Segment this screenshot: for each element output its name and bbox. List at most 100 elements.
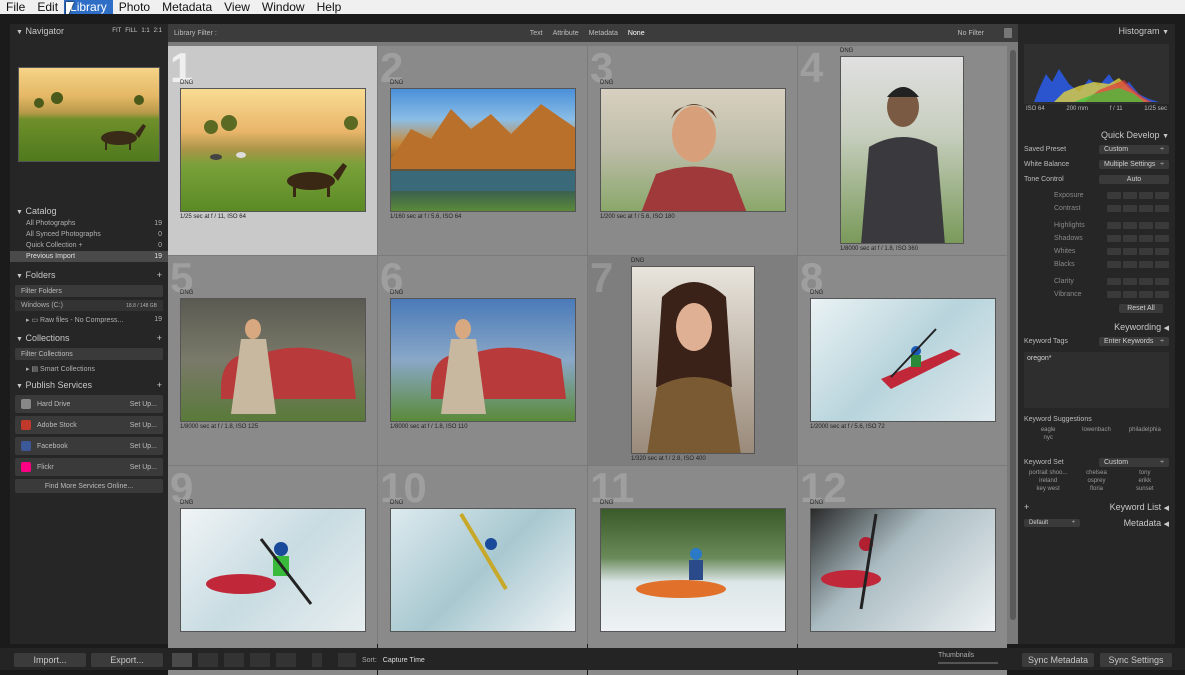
catalog-item[interactable]: All Photographs 19 (10, 218, 168, 229)
filter-attribute-tab[interactable]: Attribute (553, 30, 579, 37)
keyword-set-item[interactable]: sunset (1121, 486, 1169, 492)
setup-link[interactable]: Set Up... (130, 401, 157, 408)
filter-none-tab[interactable]: None (628, 30, 645, 37)
zoom-fill[interactable]: FILL (125, 28, 137, 34)
people-view-icon[interactable] (276, 653, 296, 667)
grid-cell[interactable]: 3 DNG 1/200 sec at f / 5.6, ISO 180 (588, 44, 797, 255)
thumbnail-woman-portrait[interactable] (631, 266, 755, 454)
navigator-preview[interactable] (18, 67, 160, 162)
loupe-view-icon[interactable] (198, 653, 218, 667)
grid-view-icon[interactable] (172, 653, 192, 667)
metadata-preset-select[interactable]: Default ÷ (1024, 519, 1080, 527)
smart-collections-row[interactable]: ▸ ▤ Smart Collections (10, 363, 168, 374)
keywords-textarea[interactable]: oregon* (1024, 352, 1169, 408)
grid-scrollbar[interactable] (1010, 50, 1016, 620)
grid-cell[interactable]: 5 DNG 1/8000 sec at f / 1.8, ISO 125 (168, 254, 377, 465)
catalog-item[interactable]: Quick Collection + 0 (10, 240, 168, 251)
histogram-chart[interactable] (1024, 44, 1169, 104)
quick-develop-header[interactable]: Quick Develop ▼ (1018, 128, 1175, 142)
thumbnail-horses[interactable] (180, 88, 366, 212)
grid-cell[interactable]: 4 DNG 1/8000 sec at f / 1.8, ISO 360 (798, 44, 1007, 255)
publish-services-header[interactable]: ▼ Publish Services + (10, 378, 168, 392)
volume-row[interactable]: Windows (C:) 18.8 / 148 GB (15, 300, 163, 311)
grid-cell[interactable]: 2 DNG 1/160 sec at f / 5.6, ISO 64 (378, 44, 587, 255)
auto-tone-button[interactable]: Auto (1099, 175, 1169, 184)
grid-cell[interactable]: 7 DNG 1/320 sec at f / 2.8, ISO 400 (588, 254, 797, 465)
navigator-header[interactable]: ▼ Navigator FIT FILL 1:1 2:1 (10, 24, 168, 38)
menu-edit[interactable]: Edit (31, 0, 64, 14)
filter-folders-field[interactable]: Filter Folders (15, 285, 163, 297)
grid-cell[interactable]: 9 DNG (168, 464, 377, 675)
adjust-buttons[interactable] (1107, 261, 1169, 268)
thumbnail-kayak-splash[interactable] (390, 508, 576, 632)
menu-help[interactable]: Help (311, 0, 348, 14)
thumbnail-kayak-forest[interactable] (600, 508, 786, 632)
filter-text-tab[interactable]: Text (530, 30, 543, 37)
white-balance-select[interactable]: Multiple Settings ÷ (1099, 160, 1169, 169)
import-button[interactable]: Import... (14, 653, 86, 667)
saved-preset-select[interactable]: Custom ÷ (1099, 145, 1169, 154)
grid-cell[interactable]: 12 DNG (798, 464, 1007, 675)
adjust-buttons[interactable] (1107, 205, 1169, 212)
add-icon[interactable]: + (157, 270, 162, 280)
setup-link[interactable]: Set Up... (130, 464, 157, 471)
add-icon[interactable]: + (157, 380, 162, 390)
metadata-header[interactable]: Default ÷ Metadata ◀ (1018, 516, 1175, 530)
folders-header[interactable]: ▼ Folders + (10, 268, 168, 282)
reset-all-button[interactable]: Reset All (1119, 304, 1163, 313)
sync-settings-button[interactable]: Sync Settings (1100, 653, 1172, 667)
publish-service-flickr[interactable]: Flickr Set Up... (15, 458, 163, 476)
setup-link[interactable]: Set Up... (130, 422, 157, 429)
menu-photo[interactable]: Photo (113, 0, 156, 14)
publish-service-hard-drive[interactable]: Hard Drive Set Up... (15, 395, 163, 413)
grid-cell[interactable]: 6 DNG 1/8000 sec at f / 1.8, ISO 110 (378, 254, 587, 465)
sort-select[interactable]: Capture Time (383, 657, 425, 664)
histogram-header[interactable]: Histogram ▼ (1018, 24, 1175, 38)
menu-view[interactable]: View (218, 0, 256, 14)
catalog-header[interactable]: ▼ Catalog (10, 204, 168, 218)
grid-cell[interactable]: 1 DNG 1/25 sec at f / 11, ISO 64 (168, 44, 377, 255)
thumbnail-woman-sofa-blue[interactable] (390, 298, 576, 422)
export-button[interactable]: Export... (91, 653, 163, 667)
keywording-header[interactable]: Keywording ◀ (1018, 320, 1175, 334)
publish-service-facebook[interactable]: Facebook Set Up... (15, 437, 163, 455)
keyword-set-item[interactable]: portrait shoo... (1024, 470, 1072, 476)
publish-service-adobe-stock[interactable]: Adobe Stock Set Up... (15, 416, 163, 434)
keyword-tags-select[interactable]: Enter Keywords ÷ (1099, 337, 1169, 346)
catalog-item[interactable]: All Synced Photographs 0 (10, 229, 168, 240)
thumbnail-canyon[interactable] (390, 88, 576, 212)
sort-direction-icon[interactable] (338, 653, 356, 667)
grid-cell[interactable]: 8 DNG 1/2000 sec at f / 5.6, ISO 72 (798, 254, 1007, 465)
filter-preset-select[interactable]: No Filter (958, 30, 984, 37)
folder-row[interactable]: ▸ ▭ Raw files - No Compress... 19 (10, 314, 168, 325)
keyword-set-item[interactable]: erikk (1121, 478, 1169, 484)
sync-metadata-button[interactable]: Sync Metadata (1022, 653, 1094, 667)
painter-icon[interactable] (312, 653, 322, 667)
keyword-set-item[interactable]: floria (1072, 486, 1120, 492)
filter-collections-field[interactable]: Filter Collections (15, 348, 163, 360)
catalog-item-selected[interactable]: Previous Import 19 (10, 251, 168, 262)
thumbnail-kayak-green[interactable] (180, 508, 366, 632)
adjust-buttons[interactable] (1107, 291, 1169, 298)
add-icon[interactable]: + (1024, 502, 1029, 512)
zoom-fit[interactable]: FIT (112, 28, 121, 34)
menu-metadata[interactable]: Metadata (156, 0, 218, 14)
zoom-2-1[interactable]: 2:1 (154, 28, 162, 34)
keyword-suggestion[interactable]: lowenbach (1072, 427, 1120, 433)
keyword-list-header[interactable]: + Keyword List ◀ (1018, 500, 1175, 514)
keyword-set-item[interactable]: tony (1121, 470, 1169, 476)
keyword-set-item[interactable]: ireland (1024, 478, 1072, 484)
adjust-buttons[interactable] (1107, 222, 1169, 229)
adjust-buttons[interactable] (1107, 235, 1169, 242)
survey-view-icon[interactable] (250, 653, 270, 667)
lock-icon[interactable] (1004, 28, 1012, 38)
thumbnail-kayak-whitewater[interactable] (810, 298, 996, 422)
find-more-services-button[interactable]: Find More Services Online... (15, 479, 163, 493)
keyword-suggestion[interactable]: eagle (1024, 427, 1072, 433)
adjust-buttons[interactable] (1107, 278, 1169, 285)
grid-cell[interactable]: 10 DNG (378, 464, 587, 675)
keyword-set-item[interactable]: osprey (1072, 478, 1120, 484)
thumbnail-kayak-red[interactable] (810, 508, 996, 632)
collections-header[interactable]: ▼ Collections + (10, 331, 168, 345)
thumbnail-man-jacket[interactable] (840, 56, 964, 244)
